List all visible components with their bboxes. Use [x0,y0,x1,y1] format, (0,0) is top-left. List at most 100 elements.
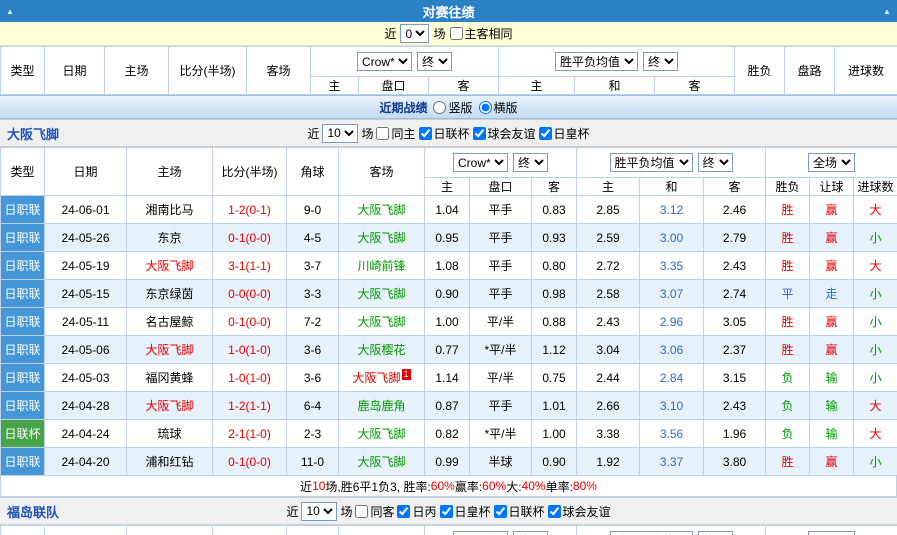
final-odds-select[interactable]: 终 [513,531,548,535]
result-cell: 胜 [766,336,810,364]
league-cell[interactable]: 日职联 [1,280,45,308]
score-cell[interactable]: 0-1(0-0) [213,224,287,252]
h2h-count-select[interactable]: 0 [400,24,429,43]
away-team[interactable]: 大阪飞脚 [339,280,425,308]
league-cell[interactable]: 日职联 [1,392,45,420]
home-team[interactable]: 东京绿茵 [127,280,213,308]
league-cell[interactable]: 日职联 [1,224,45,252]
filter-league-cup[interactable]: 日联杯 [419,125,470,142]
away-team[interactable]: 大阪飞脚1 [339,364,425,392]
home-team[interactable]: 湘南比马 [127,196,213,224]
final-avg-select[interactable]: 终 [698,153,733,172]
final-odds-select[interactable]: 终 [417,52,452,71]
filter-friendly[interactable]: 球会友谊 [548,503,611,520]
home-team[interactable]: 福冈黄蜂 [127,364,213,392]
summary-segment: 场,胜6平1负3, 胜率: [325,478,430,495]
match-analysis-page: ▲ 对赛往绩 ▲ 近 0 场 主客相同 类型 日期 主场 比分(半场) 客场 [0,0,897,535]
away-team[interactable]: 川崎前锋 [339,252,425,280]
league-cell[interactable]: 日职联 [1,308,45,336]
let-result-cell: 赢 [810,224,854,252]
filter-j3[interactable]: 日丙 [397,503,436,520]
score-cell[interactable]: 3-1(1-1) [213,252,287,280]
j3-checkbox[interactable] [397,505,410,518]
same-venue-checkbox[interactable] [450,27,463,40]
horizontal-layout-radio[interactable] [479,101,492,114]
handicap-cell: 平/半 [470,364,532,392]
col-odds-home: 主 [311,77,359,95]
bookmaker-select[interactable]: Crow* [453,531,508,535]
emperor-cup-checkbox[interactable] [440,505,453,518]
vertical-layout-option[interactable]: 竖版 [433,99,472,116]
col-goals: 进球数 [835,47,897,95]
away-team-name: 大阪飞脚 [357,427,405,441]
away-team[interactable]: 大阪飞脚 [339,420,425,448]
final-avg-select[interactable]: 终 [698,531,733,535]
score-cell[interactable]: 0-1(0-0) [213,308,287,336]
avg-away-cell: 3.80 [704,448,766,476]
bookmaker-select[interactable]: Crow* [357,52,412,71]
league-cup-checkbox[interactable] [419,127,432,140]
col-date: 日期 [45,47,105,95]
avg-type-select[interactable]: 胜平负均值 [555,52,638,71]
final-avg-select[interactable]: 终 [643,52,678,71]
odds-away-cell: 0.90 [532,448,577,476]
league-cell[interactable]: 日职联 [1,252,45,280]
score-cell[interactable]: 0-0(0-0) [213,280,287,308]
recent-odds-selects: Crow* 终 [425,148,577,178]
table-row: 日职联 24-05-03 福冈黄蜂 1-0(1-0) 3-6 大阪飞脚1 1.1… [1,364,897,392]
same-venue-option[interactable]: 主客相同 [450,25,513,42]
same-away-checkbox[interactable] [355,505,368,518]
filter-friendly[interactable]: 球会友谊 [473,125,536,142]
scope-select[interactable]: 全场 [808,531,855,535]
filter-same-away[interactable]: 同客 [355,503,394,520]
collapse-left-icon[interactable]: ▲ [0,7,20,16]
team-link-fukushima[interactable]: 福岛联队 [7,502,59,521]
league-cell[interactable]: 日职联 [1,196,45,224]
recent-count-select[interactable]: 10 [301,502,337,521]
away-team[interactable]: 大阪飞脚 [339,308,425,336]
away-team[interactable]: 大阪樱花 [339,336,425,364]
home-team[interactable]: 大阪飞脚 [127,336,213,364]
horizontal-layout-option[interactable]: 横版 [479,99,518,116]
home-team[interactable]: 大阪飞脚 [127,252,213,280]
avg-type-select[interactable]: 胜平负均值 [610,153,693,172]
collapse-right-icon[interactable]: ▲ [877,7,897,16]
home-team[interactable]: 大阪飞脚 [127,392,213,420]
score-cell[interactable]: 1-0(1-0) [213,336,287,364]
score-cell[interactable]: 2-1(1-0) [213,420,287,448]
league-cell[interactable]: 日职联 [1,364,45,392]
league-cell[interactable]: 日联杯 [1,420,45,448]
league-cell[interactable]: 日职联 [1,336,45,364]
summary-segment: 近 [300,478,312,495]
away-team[interactable]: 大阪飞脚 [339,196,425,224]
away-team[interactable]: 大阪飞脚 [339,224,425,252]
final-odds-select[interactable]: 终 [513,153,548,172]
league-cup-checkbox[interactable] [494,505,507,518]
team-link-gamba[interactable]: 大阪飞脚 [7,124,59,143]
same-home-checkbox[interactable] [376,127,389,140]
away-team[interactable]: 鹿岛鹿角 [339,392,425,420]
league-cell[interactable]: 日职联 [1,448,45,476]
emperor-cup-checkbox[interactable] [539,127,552,140]
filter-emperor-cup[interactable]: 日皇杯 [539,125,590,142]
scope-select[interactable]: 全场 [808,153,855,172]
score-cell[interactable]: 1-2(1-1) [213,392,287,420]
filter-emperor-cup[interactable]: 日皇杯 [440,503,491,520]
home-team[interactable]: 东京 [127,224,213,252]
score-cell[interactable]: 0-1(0-0) [213,448,287,476]
bookmaker-select[interactable]: Crow* [453,153,508,172]
score-cell[interactable]: 1-2(0-1) [213,196,287,224]
home-team[interactable]: 名古屋鲸 [127,308,213,336]
away-team[interactable]: 大阪飞脚 [339,448,425,476]
recent-count-select[interactable]: 10 [322,124,358,143]
filter-league-cup[interactable]: 日联杯 [494,503,545,520]
col-handicap-path: 盘路 [785,47,835,95]
friendly-checkbox[interactable] [548,505,561,518]
home-team[interactable]: 琉球 [127,420,213,448]
vertical-layout-radio[interactable] [433,101,446,114]
filter-same-home[interactable]: 同主 [376,125,415,142]
friendly-checkbox[interactable] [473,127,486,140]
avg-type-select[interactable]: 胜平负均值 [610,531,693,535]
home-team[interactable]: 浦和红钻 [127,448,213,476]
score-cell[interactable]: 1-0(1-0) [213,364,287,392]
